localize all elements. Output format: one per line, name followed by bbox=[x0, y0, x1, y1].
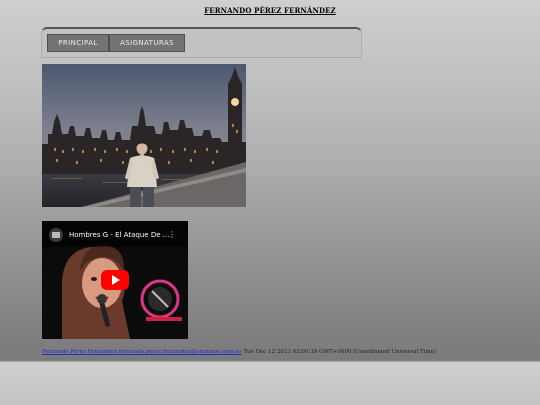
last-modified-timestamp: Tue Dec 12 2023 02:00:39 GMT+0000 (Coord… bbox=[243, 349, 437, 355]
footer: Fernando Pérez Fernández fernando.perez.… bbox=[42, 349, 436, 355]
youtube-video-embed[interactable]: Hombres G - El Ataque De ... ⋮ bbox=[42, 221, 188, 339]
nav-bar: PRINCIPAL ASIGNATURAS bbox=[41, 27, 362, 58]
author-email-link[interactable]: Fernando Pérez Fernández fernando.perez.… bbox=[42, 349, 242, 355]
youtube-play-icon[interactable] bbox=[101, 270, 129, 290]
profile-photo bbox=[42, 64, 246, 207]
nav-principal-button[interactable]: PRINCIPAL bbox=[47, 34, 109, 52]
nav-asignaturas-button[interactable]: ASIGNATURAS bbox=[109, 34, 185, 52]
more-vert-icon[interactable]: ⋮ bbox=[168, 230, 176, 239]
page-title: FERNANDO PÉREZ FERNÁNDEZ bbox=[204, 6, 336, 15]
video-title[interactable]: Hombres G - El Ataque De ... bbox=[69, 231, 169, 239]
